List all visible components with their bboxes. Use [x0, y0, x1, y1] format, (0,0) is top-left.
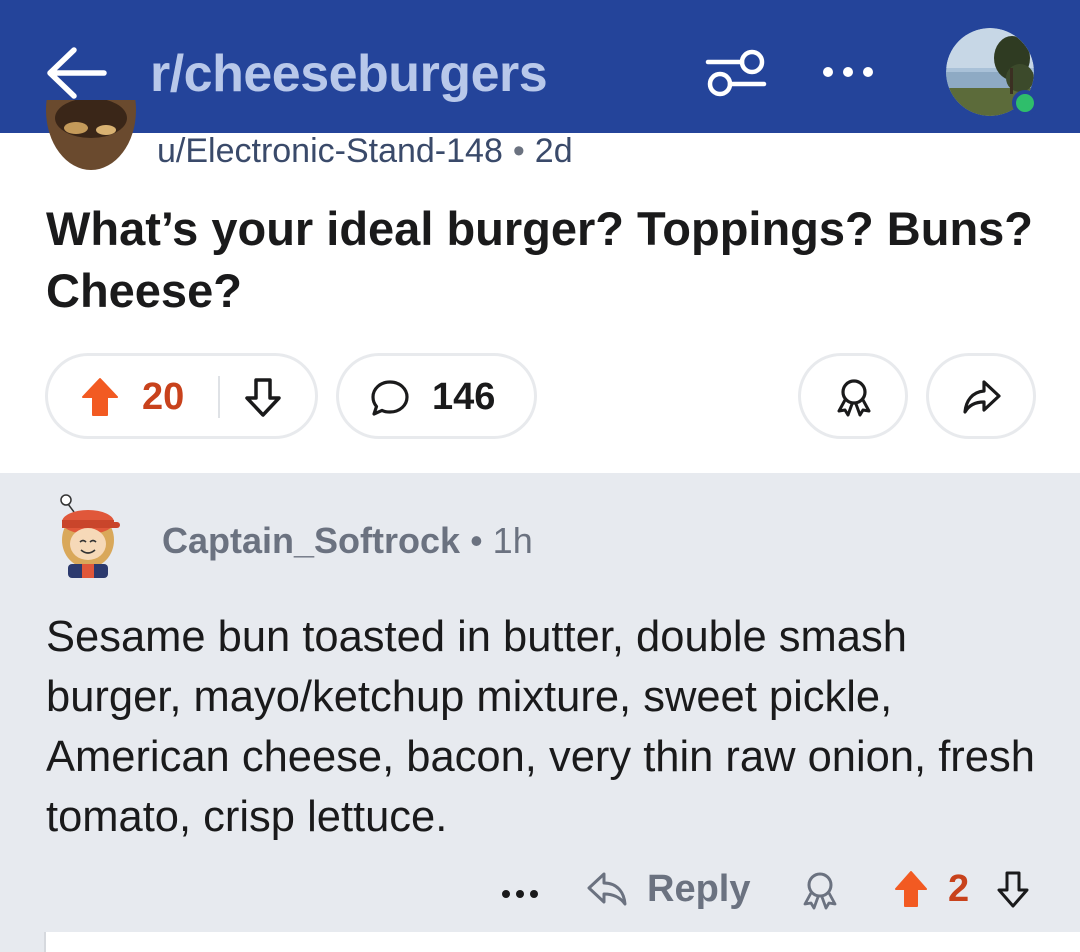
subreddit-title[interactable]: r/cheeseburgers [150, 43, 548, 105]
post-score: 20 [142, 376, 185, 418]
post-vote-bar: 20 [45, 353, 318, 439]
award-icon[interactable] [800, 870, 840, 910]
comment-meta: Captain_Softrock • 1h [162, 521, 533, 561]
upvote-filled-icon[interactable] [894, 870, 928, 908]
ellipsis-icon[interactable] [500, 887, 540, 901]
comment-score: 2 [948, 868, 970, 910]
award-icon [837, 379, 871, 417]
online-status-dot [1012, 90, 1038, 116]
comments-button[interactable]: 146 [336, 353, 537, 439]
sliders-icon[interactable] [702, 42, 770, 102]
post-author-avatar[interactable] [46, 100, 136, 172]
comment-count: 146 [432, 376, 496, 418]
vote-divider [218, 376, 220, 418]
post-title: What’s your ideal burger? Toppings? Buns… [46, 202, 1033, 317]
comment-author-avatar[interactable] [52, 492, 124, 580]
comment-author[interactable]: Captain_Softrock [162, 520, 460, 561]
next-comment-edge [44, 932, 1080, 952]
top-bar: r/cheeseburgers [0, 0, 1080, 133]
share-icon [963, 380, 1001, 414]
reply-arrow-icon[interactable] [586, 869, 628, 909]
meta-separator: • [512, 132, 525, 170]
award-button[interactable] [798, 353, 908, 439]
post-author[interactable]: u/Electronic-Stand-148 [157, 132, 503, 170]
share-button[interactable] [926, 353, 1036, 439]
post-age: 2d [534, 132, 573, 170]
downvote-icon[interactable] [244, 377, 282, 417]
comment-body: Sesame bun toasted in butter, double sma… [46, 613, 1035, 841]
reply-button[interactable]: Reply [647, 866, 750, 912]
ellipsis-icon[interactable] [818, 60, 878, 84]
comment-bubble-icon [371, 380, 409, 416]
meta-separator: • [470, 520, 483, 561]
comment-age: 1h [492, 520, 533, 561]
post-meta: u/Electronic-Stand-148 • 2d [157, 131, 573, 171]
upvote-filled-icon[interactable] [81, 377, 119, 417]
downvote-icon[interactable] [996, 870, 1030, 908]
comment-actions: Reply 2 [0, 860, 1080, 920]
arrow-left-icon[interactable] [44, 44, 108, 102]
user-avatar[interactable] [946, 28, 1038, 118]
